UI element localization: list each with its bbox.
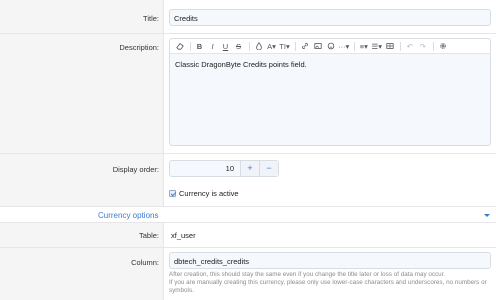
toolbar-divider bbox=[400, 41, 402, 51]
editor-toolbar: B I U S A ▾ TI ▾ ··· ▾ ≡ ▾ ☰ ▾ ↶ ↷ bbox=[169, 38, 491, 54]
title-input-value: Credits bbox=[174, 14, 198, 23]
display-order-input[interactable]: 10 bbox=[170, 161, 240, 176]
title-input[interactable]: Credits bbox=[169, 9, 491, 26]
table-icon[interactable] bbox=[384, 40, 395, 52]
divider bbox=[0, 33, 496, 34]
redo-icon[interactable]: ↷ bbox=[417, 40, 428, 52]
explain-line: symbols. bbox=[169, 287, 194, 295]
list-glyph: ☰ bbox=[371, 41, 379, 51]
description-editor[interactable]: Classic DragonByte Credits points field. bbox=[169, 54, 491, 146]
title-label: Title: bbox=[143, 14, 159, 23]
toolbar-divider bbox=[354, 41, 356, 51]
currency-active-label[interactable]: Currency is active bbox=[179, 189, 239, 198]
more-icon[interactable]: ··· ▾ bbox=[338, 40, 349, 52]
toolbar-divider bbox=[295, 41, 296, 51]
table-value: xf_user bbox=[171, 231, 196, 240]
font-color-glyph: A bbox=[267, 41, 273, 51]
currency-active-checkbox[interactable] bbox=[169, 190, 176, 197]
align-glyph: ≡ bbox=[359, 41, 365, 51]
description-content: Classic DragonByte Credits points field. bbox=[175, 60, 307, 69]
explain-line: After creation, this should stay the sam… bbox=[169, 271, 446, 278]
eraser-icon[interactable] bbox=[174, 40, 185, 52]
underline-icon[interactable]: U bbox=[220, 40, 231, 52]
font-size-icon[interactable]: A ▾ bbox=[266, 40, 277, 52]
section-title: Currency options bbox=[98, 211, 159, 220]
divider bbox=[0, 153, 496, 154]
more-glyph: ··· bbox=[338, 41, 346, 51]
undo-icon[interactable]: ↶ bbox=[404, 40, 415, 52]
description-label: Description: bbox=[119, 43, 159, 52]
currency-options-section[interactable]: Currency options bbox=[0, 206, 496, 223]
color-icon[interactable] bbox=[253, 40, 264, 52]
explain-line: If you are manually creating this curren… bbox=[169, 279, 487, 287]
display-order-stepper: 10 + − bbox=[169, 160, 279, 177]
strikethrough-icon[interactable]: S bbox=[233, 40, 244, 52]
image-icon[interactable] bbox=[312, 40, 323, 52]
toolbar-divider bbox=[190, 41, 191, 51]
text-size-icon[interactable]: TI ▾ bbox=[279, 40, 290, 52]
decrement-button[interactable]: − bbox=[259, 161, 278, 176]
column-input-value: dbtech_credits_credits bbox=[174, 257, 250, 266]
table-label: Table: bbox=[138, 231, 159, 240]
column-label: Column: bbox=[131, 258, 159, 267]
toolbar-divider bbox=[249, 41, 250, 51]
list-icon[interactable]: ☰ ▾ bbox=[371, 40, 383, 52]
text-size-glyph: TI bbox=[279, 41, 286, 51]
bold-icon[interactable]: B bbox=[194, 40, 205, 52]
align-icon[interactable]: ≡ ▾ bbox=[358, 40, 369, 52]
link-icon[interactable] bbox=[299, 40, 310, 52]
smilie-icon[interactable] bbox=[325, 40, 336, 52]
column-input[interactable]: dbtech_credits_credits bbox=[169, 252, 491, 269]
display-order-label: Display order: bbox=[112, 165, 159, 174]
increment-button[interactable]: + bbox=[240, 161, 259, 176]
divider bbox=[0, 247, 496, 248]
italic-icon[interactable]: I bbox=[207, 40, 218, 52]
chevron-down-icon[interactable] bbox=[484, 214, 490, 217]
column-explain: After creation, this should stay the sam… bbox=[169, 271, 491, 296]
settings-icon[interactable] bbox=[437, 40, 448, 52]
toolbar-divider bbox=[433, 41, 435, 51]
